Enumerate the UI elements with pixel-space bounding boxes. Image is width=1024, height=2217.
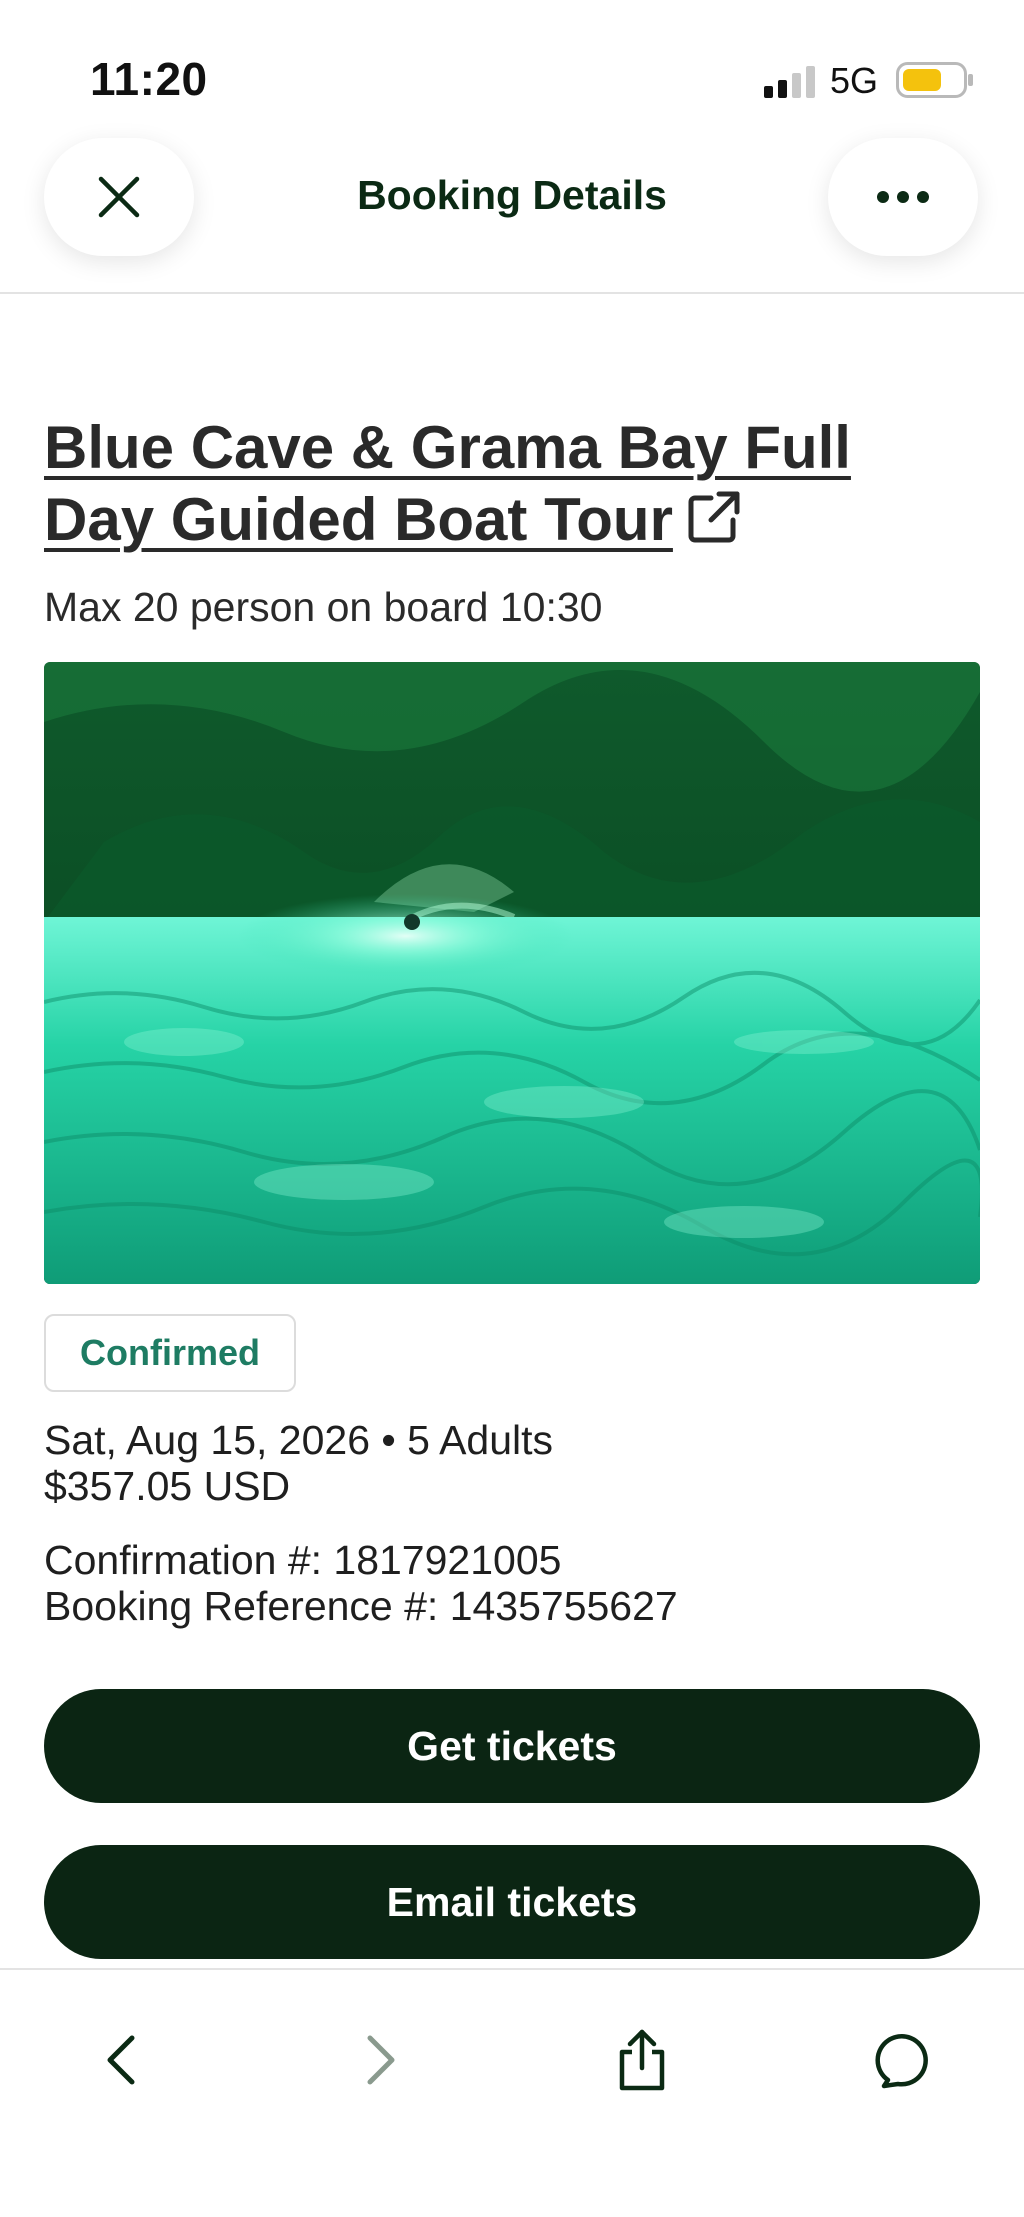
chat-icon	[875, 2034, 928, 2089]
back-button[interactable]	[82, 2020, 162, 2100]
tour-photo	[44, 662, 980, 1284]
status-bar: 11:20 5G	[0, 0, 1024, 120]
tour-subtitle: Max 20 person on board 10:30	[44, 584, 603, 630]
confirmation-number: Confirmation #: 1817921005	[44, 1537, 562, 1583]
more-options-button[interactable]	[828, 138, 978, 256]
more-horizontal-icon	[877, 191, 929, 203]
get-tickets-button[interactable]: Get tickets	[44, 1689, 980, 1803]
close-button[interactable]	[44, 138, 194, 256]
network-type: 5G	[830, 60, 879, 101]
booking-details-screen: 11:20 5G Booking Details Blue Cave & Gra…	[0, 0, 1024, 2217]
booking-reference: Booking Reference #: 1435755627	[44, 1583, 678, 1629]
forward-icon	[367, 2035, 395, 2085]
cellular-signal-icon	[764, 66, 815, 98]
app-header: Booking Details	[0, 120, 1024, 294]
page-title: Booking Details	[357, 172, 667, 218]
booking-date-guests: Sat, Aug 15, 2026 • 5 Adults	[44, 1417, 554, 1463]
share-icon	[619, 2029, 665, 2091]
chat-button[interactable]	[864, 2020, 944, 2100]
battery-icon	[896, 62, 973, 98]
browser-toolbar	[0, 1968, 1024, 2217]
close-icon	[98, 176, 140, 218]
share-button[interactable]	[602, 2020, 682, 2100]
email-tickets-button[interactable]: Email tickets	[44, 1845, 980, 1959]
external-link-icon	[688, 491, 740, 543]
forward-button[interactable]	[340, 2020, 420, 2100]
tour-title-link[interactable]: Blue Cave & Grama Bay Full Day Guided Bo…	[44, 412, 964, 556]
status-time: 11:20	[90, 53, 208, 105]
back-icon	[107, 2035, 135, 2085]
status-badge: Confirmed	[44, 1314, 296, 1392]
booking-price: $357.05 USD	[44, 1463, 291, 1509]
